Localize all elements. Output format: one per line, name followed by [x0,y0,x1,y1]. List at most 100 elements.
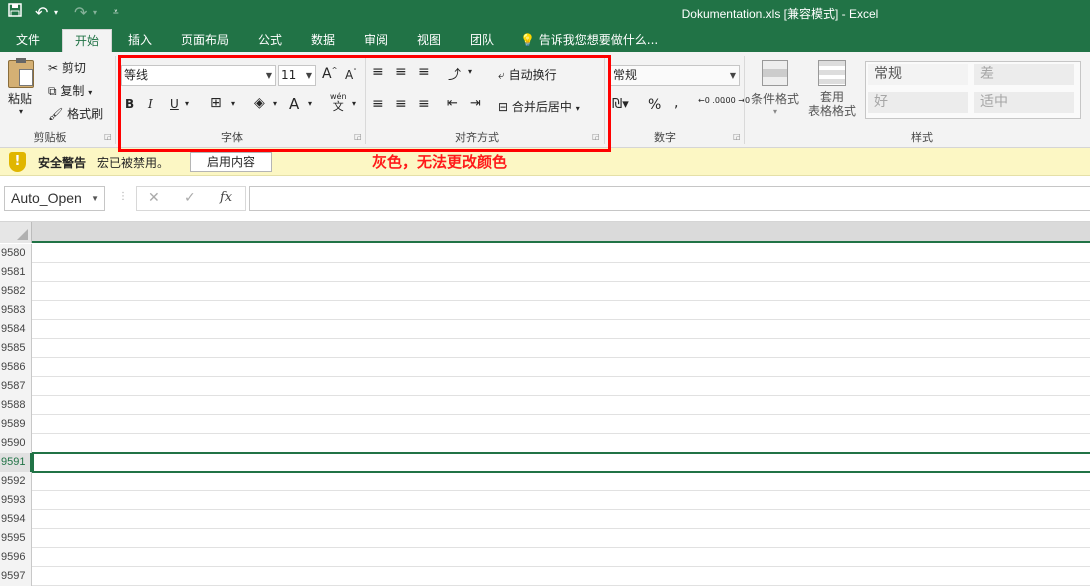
dialog-launcher-icon[interactable]: ◲ [104,132,112,141]
paste-button[interactable]: 粘贴 ▾ [8,58,34,116]
row-header[interactable]: 9589 [0,415,32,434]
style-normal[interactable]: 常规 [868,64,968,85]
scissors-icon: ✂ [48,61,59,75]
table-row[interactable]: 9587 [0,377,1090,396]
ribbon-tabs: 文件 开始 插入 页面布局 公式 数据 审阅 视图 团队 💡 告诉我您想要做什么… [0,26,1090,52]
table-row[interactable]: 9593 [0,491,1090,510]
chevron-down-icon: ▾ [772,107,777,116]
styles-group-label: 样式 [911,131,933,144]
row-header[interactable]: 9593 [0,491,32,510]
conditional-formatting-button[interactable]: 条件格式 ▾ [750,60,800,116]
tab-view[interactable]: 视图 [407,29,451,52]
row-header[interactable]: 9586 [0,358,32,377]
conditional-formatting-icon [762,60,788,86]
table-row[interactable]: 9580 [0,244,1090,263]
table-row[interactable]: 9588 [0,396,1090,415]
table-row[interactable]: 9584 [0,320,1090,339]
copy-button[interactable]: ⧉ 复制 ▾ [48,82,92,99]
table-row[interactable]: 9590 [0,434,1090,453]
chevron-down-icon: ▾ [18,107,23,116]
tab-formulas[interactable]: 公式 [248,29,292,52]
number-group-label: 数字 [654,131,676,144]
table-row[interactable]: 9595 [0,529,1090,548]
security-title: 安全警告 [38,156,87,170]
row-header[interactable]: 9590 [0,434,32,453]
style-bad[interactable]: 差 [974,64,1074,85]
annotation-highlight-box [118,55,611,152]
table-row[interactable]: 9597 [0,567,1090,586]
annotation-text: 灰色，无法更改颜色 [372,153,508,171]
dialog-launcher-icon[interactable]: ◲ [733,132,741,141]
select-all-button[interactable] [0,222,32,243]
tell-me-search[interactable]: 💡 告诉我您想要做什么... [520,29,670,52]
enable-content-button[interactable]: 启用内容 [190,152,272,172]
percent-button[interactable]: % [648,97,661,113]
tab-file[interactable]: 文件 [4,29,52,52]
table-row[interactable]: 9596 [0,548,1090,567]
row-header[interactable]: 9592 [0,472,32,491]
row-header[interactable]: 9580 [0,244,32,263]
table-row[interactable]: 9592 [0,472,1090,491]
table-row[interactable]: 9581 [0,263,1090,282]
tab-team[interactable]: 团队 [460,29,504,52]
row-header[interactable]: 9582 [0,282,32,301]
row-header[interactable]: 9588 [0,396,32,415]
more-icon: ⋮ [118,191,128,202]
cancel-icon[interactable]: ✕ [148,190,160,206]
clipboard-icon [8,58,34,88]
format-as-table-button[interactable]: 套用 表格格式 [804,60,860,118]
row-header[interactable]: 9594 [0,510,32,529]
clipboard-group-label: 剪贴板 [33,131,67,144]
security-warning-bar: ! 安全警告 宏已被禁用。 启用内容 [0,148,1090,176]
table-icon [818,60,846,86]
tab-review[interactable]: 审阅 [354,29,398,52]
lightbulb-icon: 💡 [520,33,535,47]
table-row[interactable]: 9583 [0,301,1090,320]
comma-button[interactable]: , [674,95,678,111]
cut-button[interactable]: ✂ 剪切 [48,59,86,76]
column-header-bar [0,222,1090,243]
row-header[interactable]: 9587 [0,377,32,396]
row-header[interactable]: 9584 [0,320,32,339]
insert-function-icon[interactable]: fx [220,190,232,205]
row-header[interactable]: 9581 [0,263,32,282]
table-row[interactable]: 9594 [0,510,1090,529]
chevron-down-icon: ▼ [91,194,99,203]
chevron-down-icon: ▼ [729,71,736,80]
row-header[interactable]: 9585 [0,339,32,358]
table-row[interactable]: 9589 [0,415,1090,434]
formula-bar: Auto_Open ▼ ⋮ ✕ ✓ fx [0,176,1090,222]
name-box[interactable]: Auto_Open ▼ [4,186,105,211]
increase-decimal-button[interactable]: ←0 .00 [698,96,725,105]
number-format-select[interactable]: 常规 ▼ [610,65,740,86]
enter-icon[interactable]: ✓ [184,190,196,206]
worksheet-rows: 9580 9581 9582 9583 9584 9585 9586 9587 9588 9589… [0,244,1090,586]
tab-insert[interactable]: 插入 [118,29,162,52]
currency-icon[interactable]: ₪▾ [612,97,629,112]
table-row[interactable]: 9591 [0,452,1090,473]
select-all-triangle-icon [17,229,28,240]
window-title: Dokumentation.xls [兼容模式] - Excel [681,7,879,21]
decrease-decimal-button[interactable]: .00 →0 [723,96,750,105]
row-header[interactable]: 9595 [0,529,32,548]
row-header[interactable]: 9596 [0,548,32,567]
style-good[interactable]: 好 [868,92,968,113]
tab-page-layout[interactable]: 页面布局 [172,29,238,52]
row-header[interactable]: 9591 [0,453,32,472]
divider [115,56,116,144]
title-bar: ↶ ▾ ↷ ▾ ⩡ Dokumentation.xls [兼容模式] - Exc… [0,0,1090,26]
row-header[interactable]: 9597 [0,567,32,586]
style-neutral[interactable]: 适中 [974,92,1074,113]
divider [744,56,745,144]
tab-home[interactable]: 开始 [62,29,112,52]
selected-cell[interactable] [32,452,1090,473]
format-painter-button[interactable]: 🖌 格式刷 [48,105,103,122]
table-row[interactable]: 9582 [0,282,1090,301]
row-header[interactable]: 9583 [0,301,32,320]
table-row[interactable]: 9586 [0,358,1090,377]
copy-icon: ⧉ [48,84,57,98]
formula-input[interactable] [249,186,1090,211]
shield-warning-icon: ! [9,152,26,172]
tab-data[interactable]: 数据 [301,29,345,52]
table-row[interactable]: 9585 [0,339,1090,358]
